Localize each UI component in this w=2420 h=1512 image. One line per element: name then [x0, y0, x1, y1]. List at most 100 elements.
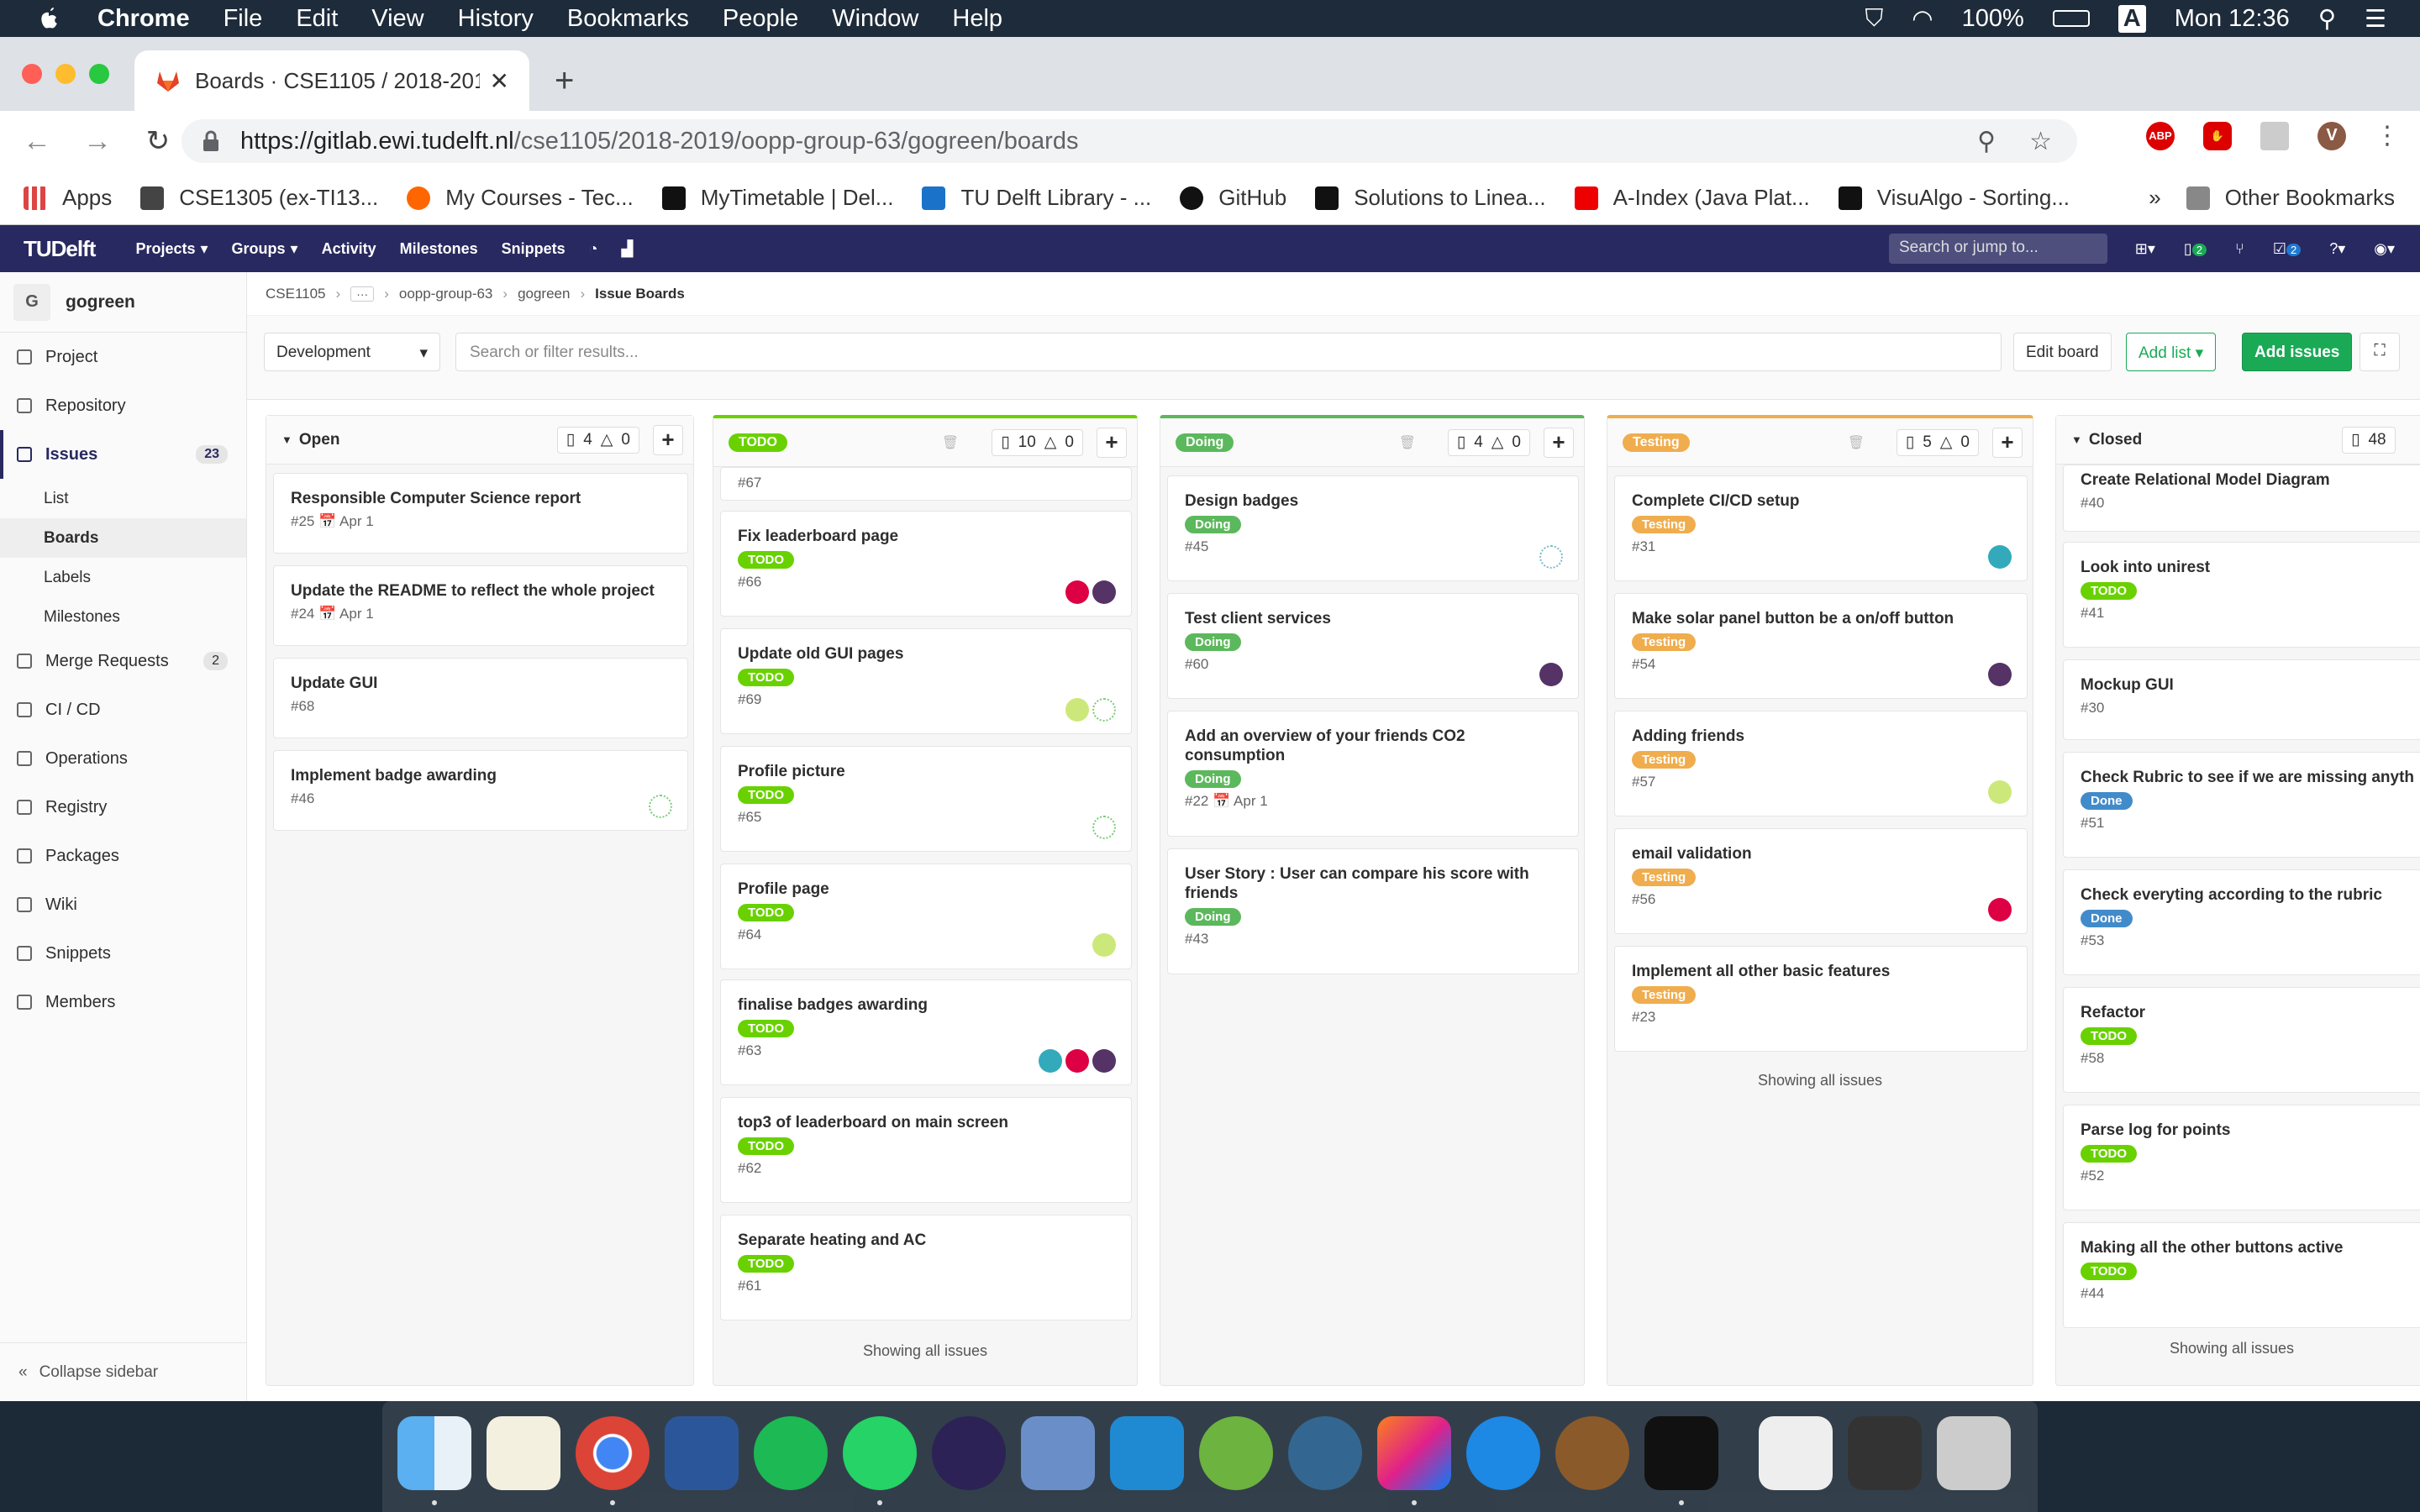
issue-card[interactable]: Check everyting according to the rubric D… [2063, 869, 2420, 975]
new-dropdown-icon[interactable]: ⊞▾ [2135, 240, 2155, 258]
issue-card[interactable]: email validation Testing #56 [1614, 828, 2028, 934]
issue-card[interactable]: Complete CI/CD setup Testing #31 [1614, 475, 2028, 581]
issue-card[interactable]: Adding friends Testing #57 [1614, 711, 2028, 816]
clock[interactable]: Mon 12:36 [2175, 5, 2290, 33]
issue-card[interactable]: Separate heating and AC TODO #61 [720, 1215, 1132, 1320]
whatsapp-icon[interactable] [843, 1416, 917, 1490]
issue-card[interactable]: #67 [720, 467, 1132, 501]
minimize-window-button[interactable] [55, 64, 76, 84]
other-bookmarks[interactable]: Other Bookmarks [2186, 185, 2395, 211]
issue-card[interactable]: Fix leaderboard page TODO #66 [720, 511, 1132, 617]
bookmark-github[interactable]: GitHub [1180, 185, 1286, 211]
list-header[interactable]: ▼ Open ▯ 4 △ 0 + [266, 416, 693, 465]
word-icon[interactable] [665, 1416, 739, 1490]
vscode-icon[interactable] [1110, 1416, 1184, 1490]
issue-card[interactable]: Design badges Doing #45 [1167, 475, 1579, 581]
issue-card[interactable]: Add an overview of your friends CO2 cons… [1167, 711, 1579, 837]
trash-icon[interactable]: 🗑 [1399, 434, 1416, 451]
issue-card[interactable]: Update the README to reflect the whole p… [273, 565, 688, 646]
issue-card[interactable]: Implement badge awarding #46 [273, 750, 688, 831]
issue-card[interactable]: Update old GUI pages TODO #69 [720, 628, 1132, 734]
bookmark-library[interactable]: TU Delft Library - ... [922, 185, 1151, 211]
postgresql-icon[interactable] [1288, 1416, 1362, 1490]
bookmark-cse1305[interactable]: CSE1305 (ex-TI13... [140, 185, 378, 211]
sidebar-item-ci-cd[interactable]: CI / CD [0, 685, 246, 734]
battery-icon[interactable] [2052, 10, 2090, 27]
downloads-stack-icon[interactable] [1848, 1416, 1922, 1490]
issue-card[interactable]: Look into unirest TODO #41 [2063, 542, 2420, 648]
edit-board-button[interactable]: Edit board [2013, 333, 2112, 371]
issue-card[interactable]: Making all the other buttons active TODO #… [2063, 1222, 2420, 1328]
bookmark-my-courses[interactable]: My Courses - Tec... [407, 185, 634, 211]
sidebar-sub-milestones[interactable]: Milestones [0, 597, 246, 637]
apple-icon[interactable] [34, 3, 64, 34]
merge-requests-icon[interactable]: ⑂ [2235, 240, 2244, 258]
bookmark-a-index[interactable]: A-Index (Java Plat... [1574, 185, 1810, 211]
sidebar-sub-boards[interactable]: Boards [0, 518, 246, 558]
back-button[interactable]: ← [20, 124, 54, 158]
ublock-icon[interactable]: ✋ [2203, 121, 2232, 150]
wifi-icon[interactable]: ◠ [1912, 4, 1933, 34]
bookmark-mytimetable[interactable]: MyTimetable | Del... [661, 185, 893, 211]
issue-card[interactable]: finalise badges awarding TODO #63 [720, 979, 1132, 1085]
sidebar-item-packages[interactable]: Packages [0, 832, 246, 880]
trash-icon[interactable]: 🗑 [1848, 434, 1865, 451]
menu-help[interactable]: Help [952, 5, 1002, 33]
help-icon[interactable]: ?▾ [2329, 240, 2345, 258]
sidebar-item-snippets[interactable]: Snippets [0, 929, 246, 978]
list-header[interactable]: Doing 🗑 ▯ 4 △ 0 + [1160, 418, 1584, 467]
menu-edit[interactable]: Edit [296, 5, 338, 33]
todos-icon[interactable]: ☑ 2 [2273, 240, 2302, 258]
issue-card[interactable]: Responsible Computer Science report #25 📅… [273, 473, 688, 554]
add-list-button[interactable]: Add list ▾ [2126, 333, 2217, 371]
breadcrumb-group[interactable]: oopp-group-63 [399, 286, 493, 302]
chrome-menu-icon[interactable]: ⋮ [2375, 121, 2400, 150]
close-tab-icon[interactable]: ✕ [490, 67, 509, 95]
extension-icon[interactable] [2260, 121, 2289, 150]
breadcrumb-expand[interactable]: ··· [350, 286, 375, 302]
trash-icon[interactable]: 🗑 [942, 434, 959, 451]
nav-activity[interactable]: Activity [322, 240, 376, 258]
documents-stack-icon[interactable] [1759, 1416, 1833, 1490]
zoom-window-button[interactable] [89, 64, 109, 84]
list-header[interactable]: TODO 🗑 ▯ 10 △ 0 + [713, 418, 1137, 467]
board-selector[interactable]: Development ▾ [264, 333, 440, 371]
menu-chrome[interactable]: Chrome [97, 5, 190, 33]
issue-card[interactable]: User Story : User can compare his score … [1167, 848, 1579, 974]
bookmark-solutions[interactable]: Solutions to Linea... [1315, 185, 1546, 211]
issue-card[interactable]: Make solar panel button be a on/off butt… [1614, 593, 2028, 699]
menu-people[interactable]: People [723, 5, 798, 33]
virtualbox-icon[interactable] [1021, 1416, 1095, 1490]
nav-groups[interactable]: Groups ▾ [232, 240, 298, 258]
spotlight-icon[interactable]: ⚲ [2318, 4, 2336, 34]
maps-pin-icon[interactable] [1466, 1416, 1540, 1490]
issue-card[interactable]: Profile picture TODO #65 [720, 746, 1132, 852]
sidebar-item-issues[interactable]: Issues 23 [0, 430, 246, 479]
menu-window[interactable]: Window [832, 5, 918, 33]
finder-icon[interactable] [397, 1416, 471, 1490]
issue-card[interactable]: Check Rubric to see if we are missing an… [2063, 752, 2420, 858]
breadcrumb-cse1105[interactable]: CSE1105 [266, 286, 326, 302]
bookmark-apps[interactable]: Apps [24, 185, 112, 211]
bookmark-star-icon[interactable]: ☆ [2029, 127, 2052, 156]
sidebar-sub-labels[interactable]: Labels [0, 558, 246, 597]
intellij-icon[interactable] [1377, 1416, 1451, 1490]
more-bookmarks-icon[interactable]: » [2149, 185, 2160, 211]
fullscreen-icon[interactable]: ⛶ [2360, 333, 2400, 371]
gitlab-search-input[interactable]: Search or jump to... [1889, 234, 2107, 264]
notification-center-icon[interactable]: ☰ [2365, 4, 2386, 34]
issue-card[interactable]: Implement all other basic features Testin… [1614, 946, 2028, 1052]
sidebar-sub-list[interactable]: List [0, 479, 246, 518]
new-issue-button[interactable]: + [1544, 427, 1574, 458]
menu-history[interactable]: History [458, 5, 534, 33]
dbeaver-icon[interactable] [1555, 1416, 1629, 1490]
sidebar-item-members[interactable]: Members [0, 978, 246, 1026]
sidebar-item-registry[interactable]: Registry [0, 783, 246, 832]
breadcrumb-project[interactable]: gogreen [518, 286, 570, 302]
tudelft-logo[interactable]: TUDelft [24, 236, 96, 262]
forward-button[interactable]: → [81, 124, 114, 158]
sourcetree-icon[interactable] [1199, 1416, 1273, 1490]
issue-card[interactable]: top3 of leaderboard on main screen TODO #6… [720, 1097, 1132, 1203]
sidebar-item-repository[interactable]: Repository [0, 381, 246, 430]
nav-milestones[interactable]: Milestones [400, 240, 478, 258]
